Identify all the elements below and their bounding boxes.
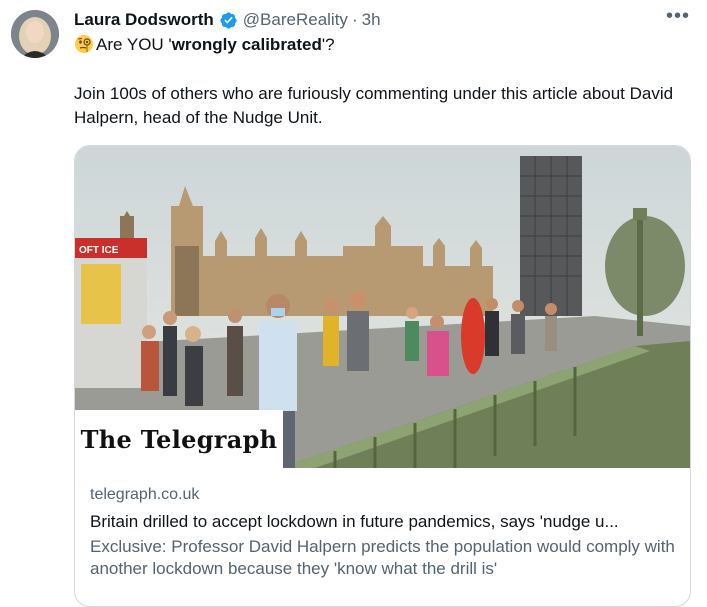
card-description: Exclusive: Professor David Halpern predi… — [90, 537, 675, 578]
tweet-paragraph-2: Join 100s of others who are furiously co… — [74, 84, 674, 127]
more-options-icon[interactable]: ••• — [666, 6, 690, 32]
author-handle[interactable]: @BareReality — [243, 10, 348, 30]
tweet-line-1-prefix: Are YOU ' — [96, 35, 172, 54]
card-meta: telegraph.co.uk Britain drilled to accep… — [90, 484, 676, 580]
avatar[interactable] — [11, 10, 59, 58]
tweet-text: Are YOU 'wrongly calibrated'? Join 100s … — [74, 33, 694, 130]
face-with-monocle-icon — [74, 34, 94, 54]
link-card[interactable]: OFT ICE The Telegraph telegraph.co.uk Br… — [74, 145, 691, 607]
tweet-line-1: Are YOU 'wrongly calibrated'? — [74, 33, 694, 57]
separator-dot: · — [351, 10, 358, 29]
tweet-line-1-bold: wrongly calibrated — [171, 35, 322, 54]
card-domain[interactable]: telegraph.co.uk — [90, 484, 676, 506]
verified-badge-icon[interactable] — [219, 11, 238, 30]
timestamp[interactable]: 3h — [362, 10, 381, 30]
author-name[interactable]: Laura Dodsworth — [74, 10, 214, 30]
ice-cream-sign: OFT ICE — [79, 245, 119, 256]
tweet-line-1-suffix: '? — [321, 35, 335, 54]
card-headline[interactable]: Britain drilled to accept lockdown in fu… — [90, 510, 676, 534]
tweet-header: Laura Dodsworth @BareReality · 3h — [74, 9, 687, 31]
telegraph-masthead-logo: The Telegraph — [75, 410, 283, 468]
avatar-image — [11, 10, 59, 58]
article-photo[interactable]: OFT ICE The Telegraph — [75, 146, 690, 468]
